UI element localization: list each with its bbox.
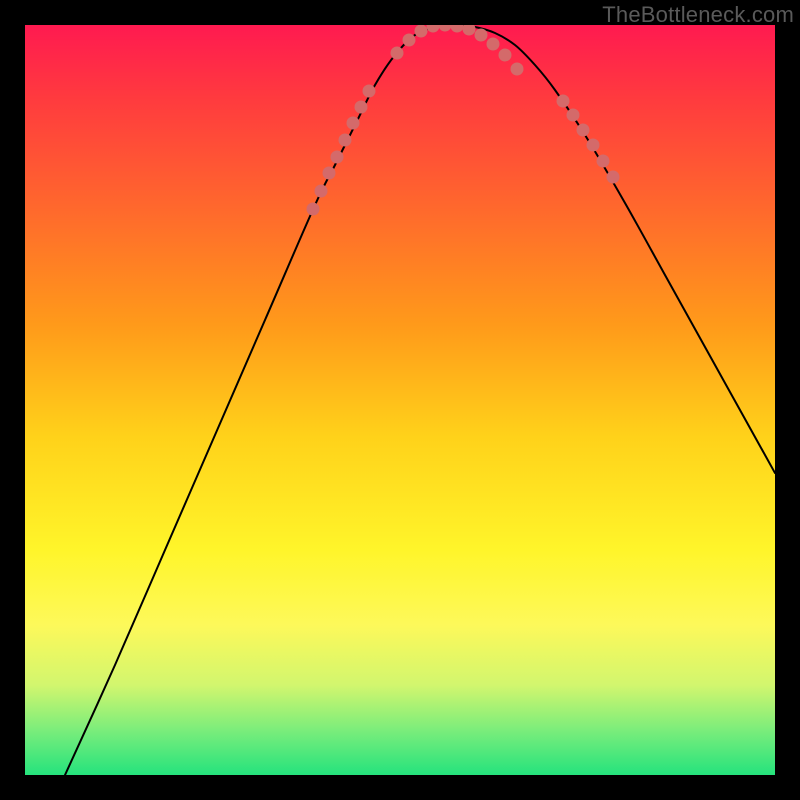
highlight-dot <box>323 167 336 180</box>
highlight-markers <box>307 25 620 216</box>
highlight-dot <box>363 85 376 98</box>
highlight-dot <box>355 101 368 114</box>
bottleneck-curve <box>65 25 775 775</box>
highlight-dot <box>415 25 428 38</box>
highlight-dot <box>439 25 452 32</box>
highlight-dot <box>451 25 464 33</box>
highlight-dot <box>499 49 512 62</box>
highlight-dot <box>597 155 610 168</box>
curve-svg <box>25 25 775 775</box>
highlight-dot <box>577 124 590 137</box>
highlight-dot <box>587 139 600 152</box>
highlight-dot <box>607 171 620 184</box>
highlight-dot <box>403 34 416 47</box>
highlight-dot <box>567 109 580 122</box>
highlight-dot <box>475 29 488 42</box>
highlight-dot <box>307 203 320 216</box>
plot-area <box>25 25 775 775</box>
highlight-dot <box>339 134 352 147</box>
highlight-dot <box>315 185 328 198</box>
highlight-dot <box>391 47 404 60</box>
highlight-dot <box>463 25 476 36</box>
highlight-dot <box>347 117 360 130</box>
chart-frame: TheBottleneck.com <box>0 0 800 800</box>
highlight-dot <box>427 25 440 33</box>
highlight-dot <box>511 63 524 76</box>
highlight-dot <box>487 38 500 51</box>
highlight-dot <box>331 151 344 164</box>
highlight-dot <box>557 95 570 108</box>
